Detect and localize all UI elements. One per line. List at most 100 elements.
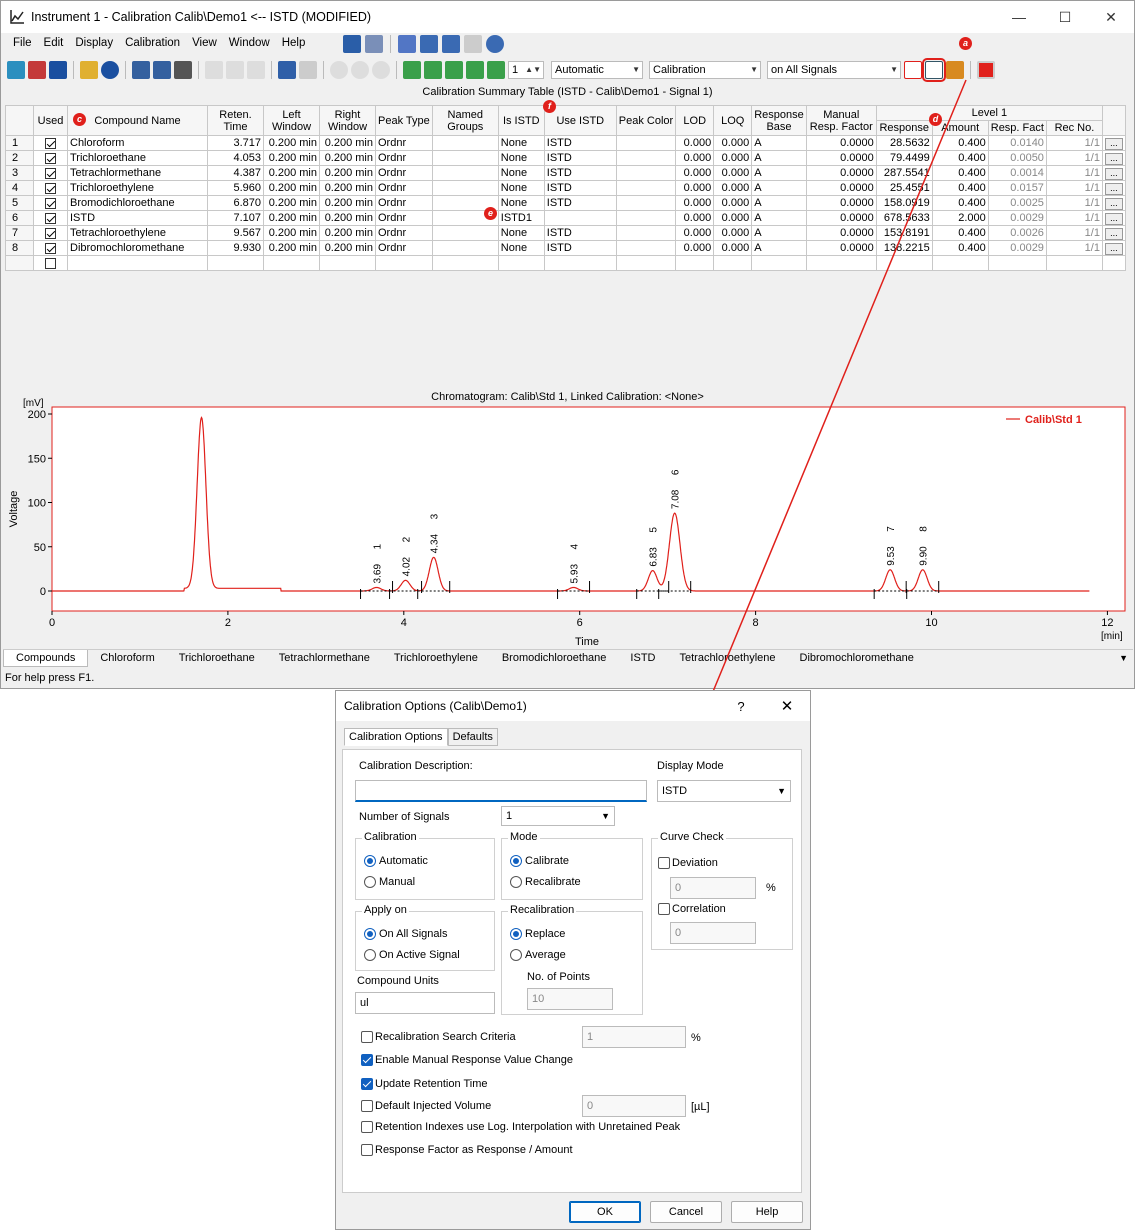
peak-color-cell[interactable] bbox=[615, 180, 677, 196]
loq-cell[interactable]: 0.000 bbox=[713, 180, 753, 196]
radio-all-signals[interactable]: On All Signals bbox=[364, 928, 447, 940]
rec-no-cell[interactable]: 1/1 bbox=[1045, 165, 1103, 181]
preview-icon[interactable] bbox=[153, 61, 171, 79]
header-recno[interactable]: Rec No. bbox=[1045, 120, 1103, 136]
header-response[interactable]: Response bbox=[875, 120, 933, 136]
rec-no-cell[interactable]: 1/1 bbox=[1045, 195, 1103, 211]
is-istd-cell[interactable]: None bbox=[497, 165, 545, 181]
loq-cell[interactable]: 0.000 bbox=[713, 210, 753, 226]
use-istd-cell[interactable]: ISTD bbox=[543, 195, 617, 211]
right-window-cell[interactable]: 0.200 min bbox=[319, 180, 376, 196]
used-checkbox[interactable] bbox=[45, 227, 56, 239]
more-button[interactable]: ... bbox=[1104, 152, 1123, 165]
response-base-cell[interactable]: A bbox=[751, 240, 807, 256]
manual-factor-cell[interactable]: 0.0000 bbox=[805, 225, 877, 241]
print-report-icon[interactable] bbox=[132, 61, 150, 79]
cut-icon[interactable] bbox=[205, 61, 223, 79]
row-number[interactable]: 4 bbox=[5, 180, 34, 196]
peak-type-cell[interactable]: Ordnr bbox=[375, 165, 433, 181]
manual-factor-cell[interactable]: 0.0000 bbox=[805, 180, 877, 196]
right-window-cell[interactable]: 0.200 min bbox=[319, 135, 376, 151]
compound-name-cell[interactable]: Tetrachlormethane bbox=[67, 165, 208, 181]
deviation-input[interactable]: 0 bbox=[670, 877, 756, 899]
more-cell[interactable]: ... bbox=[1101, 210, 1126, 226]
reten-cell[interactable]: 4.387 bbox=[207, 165, 264, 181]
menu-edit[interactable]: Edit bbox=[44, 37, 64, 49]
resp-fact-cell[interactable]: 0.0014 bbox=[987, 165, 1047, 181]
paste-icon[interactable] bbox=[247, 61, 265, 79]
peaks-icon[interactable] bbox=[398, 35, 416, 53]
header-isistd[interactable]: Is ISTD bbox=[497, 105, 545, 136]
checkbox-default-inj[interactable]: Default Injected Volume bbox=[361, 1100, 491, 1112]
use-istd-cell[interactable]: ISTD bbox=[543, 180, 617, 196]
reten-cell[interactable]: 3.717 bbox=[207, 135, 264, 151]
row-number[interactable]: 1 bbox=[5, 135, 34, 151]
used-cell[interactable] bbox=[33, 240, 68, 256]
manual-factor-cell[interactable]: 0.0000 bbox=[805, 240, 877, 256]
more-button[interactable]: ... bbox=[1104, 167, 1123, 180]
peak-multi-icon[interactable] bbox=[466, 61, 484, 79]
use-istd-cell[interactable]: ISTD bbox=[543, 225, 617, 241]
resp-fact-cell[interactable]: 0.0029 bbox=[987, 240, 1047, 256]
use-istd-cell[interactable]: ISTD bbox=[543, 135, 617, 151]
reten-cell[interactable]: 4.053 bbox=[207, 150, 264, 166]
manual-factor-cell[interactable]: 0.0000 bbox=[805, 135, 877, 151]
rec-no-cell[interactable]: 1/1 bbox=[1045, 225, 1103, 241]
correlation-input[interactable]: 0 bbox=[670, 922, 756, 944]
empty-cell[interactable] bbox=[1045, 255, 1103, 271]
new-icon[interactable] bbox=[7, 61, 25, 79]
loq-cell[interactable]: 0.000 bbox=[713, 240, 753, 256]
close-file-icon[interactable] bbox=[101, 61, 119, 79]
peak-type-cell[interactable]: Ordnr bbox=[375, 135, 433, 151]
response-cell[interactable]: 158.0919 bbox=[875, 195, 933, 211]
checkbox-retention-idx[interactable]: Retention Indexes use Log. Interpolation… bbox=[361, 1121, 680, 1133]
tab-defaults[interactable]: Defaults bbox=[447, 728, 498, 746]
more-cell[interactable]: ... bbox=[1101, 240, 1126, 256]
peak-color-cell[interactable] bbox=[615, 225, 677, 241]
cancel-button[interactable]: Cancel bbox=[650, 1201, 722, 1223]
bottom-tab-chloroform[interactable]: Chloroform bbox=[88, 650, 166, 667]
header-lod[interactable]: LOD bbox=[675, 105, 715, 136]
peak-edit-icon[interactable] bbox=[424, 61, 442, 79]
empty-cell[interactable] bbox=[543, 255, 617, 271]
default-inj-input[interactable]: 0 bbox=[582, 1095, 686, 1117]
print-icon[interactable] bbox=[174, 61, 192, 79]
peak-color-cell[interactable] bbox=[615, 210, 677, 226]
named-groups-cell[interactable] bbox=[431, 165, 499, 181]
table-row[interactable]: 4 Trichloroethylene 5.960 0.200 min 0.200 mi… bbox=[5, 180, 1126, 196]
graph-icon[interactable] bbox=[464, 35, 482, 53]
used-cell[interactable] bbox=[33, 180, 68, 196]
named-groups-cell[interactable] bbox=[431, 240, 499, 256]
empty-cell[interactable] bbox=[615, 255, 677, 271]
row-number[interactable]: 3 bbox=[5, 165, 34, 181]
empty-cell[interactable] bbox=[33, 255, 68, 271]
checkbox-resp-factor[interactable]: Response Factor as Response / Amount bbox=[361, 1144, 573, 1156]
use-istd-cell[interactable]: ISTD bbox=[543, 150, 617, 166]
response-cell[interactable]: 79.4499 bbox=[875, 150, 933, 166]
lod-cell[interactable]: 0.000 bbox=[675, 165, 715, 181]
manual-factor-cell[interactable]: 0.0000 bbox=[805, 210, 877, 226]
loq-cell[interactable]: 0.000 bbox=[713, 195, 753, 211]
header-reten[interactable]: Reten. Time bbox=[207, 105, 264, 136]
radio-active-signal[interactable]: On Active Signal bbox=[364, 949, 460, 961]
header-peakcolor[interactable]: Peak Color bbox=[615, 105, 677, 136]
more-button[interactable]: ... bbox=[1104, 197, 1123, 210]
header-peaktype[interactable]: Peak Type bbox=[375, 105, 433, 136]
compound-name-cell[interactable]: Dibromochloromethane bbox=[67, 240, 208, 256]
more-cell[interactable]: ... bbox=[1101, 135, 1126, 151]
table-row[interactable]: 1 Chloroform 3.717 0.200 min 0.200 min Ordnr N… bbox=[5, 135, 1126, 151]
use-istd-cell[interactable]: ISTD bbox=[543, 165, 617, 181]
level-spinner[interactable]: 1 ▲▼ bbox=[508, 61, 544, 79]
named-groups-cell[interactable] bbox=[431, 150, 499, 166]
tabs-scroll-icon[interactable]: ▼ bbox=[1119, 653, 1128, 663]
vial-icon[interactable] bbox=[442, 35, 460, 53]
left-window-cell[interactable]: 0.200 min bbox=[263, 225, 320, 241]
is-istd-cell[interactable]: ISTD1 bbox=[497, 210, 545, 226]
more-button[interactable]: ... bbox=[1104, 182, 1123, 195]
manual-factor-cell[interactable]: 0.0000 bbox=[805, 165, 877, 181]
manual-factor-cell[interactable]: 0.0000 bbox=[805, 150, 877, 166]
lod-cell[interactable]: 0.000 bbox=[675, 225, 715, 241]
compound-name-cell[interactable]: Trichloroethylene bbox=[67, 180, 208, 196]
compound-name-cell[interactable]: Trichloroethane bbox=[67, 150, 208, 166]
table-row[interactable]: 8 Dibromochloromethane 9.930 0.200 min 0.200… bbox=[5, 240, 1126, 256]
